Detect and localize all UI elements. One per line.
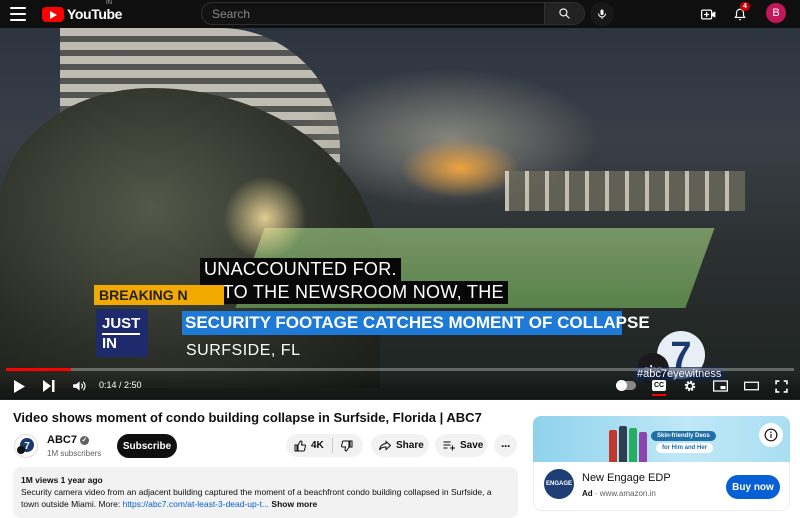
video-title: Video shows moment of condo building col… (13, 410, 482, 425)
video-player[interactable]: UNACCOUNTED FOR. INTO THE NEWSROOM NOW, … (0, 28, 800, 400)
fullscreen-icon (774, 379, 788, 393)
create-button[interactable] (698, 4, 718, 24)
captions-button[interactable]: CC (652, 380, 666, 391)
dislike-button[interactable] (333, 434, 361, 457)
ad-tagline-1: Skin-friendly Deos (651, 431, 716, 441)
voice-search-button[interactable] (590, 2, 614, 26)
breaking-news-banner: BREAKING N (94, 285, 224, 305)
play-button[interactable] (10, 378, 28, 394)
description-text-block: Security camera video from an adjacent b… (21, 486, 510, 510)
buy-now-button[interactable]: Buy now (726, 475, 780, 499)
volume-button[interactable] (70, 378, 88, 394)
next-button[interactable] (40, 378, 58, 394)
captions-active-indicator (652, 394, 666, 396)
view-count-date: 1M views 1 year ago (21, 475, 103, 485)
fullscreen-button[interactable] (772, 378, 790, 394)
info-icon (764, 428, 778, 442)
thumbs-down-icon (340, 440, 353, 452)
show-more-button[interactable]: Show more (271, 499, 317, 509)
lamp-glow (220, 173, 310, 263)
share-content: Share (371, 434, 432, 457)
miniplayer-icon (712, 380, 728, 392)
next-track-icon (43, 380, 55, 392)
player-controls: 0:14 / 2:50 CC (0, 373, 800, 399)
just-in-badge: JUST IN (96, 309, 148, 357)
account-avatar[interactable]: B (766, 3, 786, 23)
ad-domain: www.amazon.in (599, 489, 656, 498)
news-location: SURFSIDE, FL (186, 342, 301, 359)
gear-icon (684, 380, 696, 392)
fire-glow (400, 138, 520, 198)
save-button[interactable]: Save (435, 434, 487, 457)
notifications-button[interactable]: 4 (730, 2, 750, 24)
ad-tagline-2: for Him and Her (656, 443, 714, 453)
more-horizontal-icon: ··· (501, 438, 511, 453)
subscriber-count: 1M subscribers (47, 449, 102, 458)
search-input[interactable] (202, 3, 544, 24)
search-icon (559, 8, 570, 19)
ad-banner-image[interactable]: Skin-friendly Deos for Him and Her (533, 416, 790, 462)
save-content: Save (435, 434, 491, 457)
hamburger-menu-icon[interactable] (10, 7, 26, 21)
thumbs-up-icon (294, 439, 306, 451)
notification-badge: 4 (740, 2, 750, 11)
progress-played (6, 368, 71, 371)
search-button[interactable] (544, 3, 584, 24)
search-box (201, 2, 585, 25)
miniplayer-button[interactable] (711, 378, 729, 394)
theater-mode-icon (743, 381, 759, 391)
verified-icon: ✓ (79, 436, 89, 445)
theater-mode-button[interactable] (742, 378, 760, 394)
settings-button[interactable] (681, 378, 699, 394)
abc7-avatar-number: 7 (24, 441, 30, 452)
ad-meta: Ad · www.amazon.in (582, 489, 656, 498)
playlist-add-icon (443, 441, 455, 451)
like-dislike-group: 4K (286, 434, 363, 457)
youtube-logo[interactable]: YouTube (42, 6, 122, 22)
share-icon (379, 440, 391, 451)
microphone-icon (598, 9, 606, 19)
caption-line-1: UNACCOUNTED FOR. (200, 258, 401, 281)
just-in-label-1: JUST (102, 315, 141, 335)
channel-name[interactable]: ABC7 ✓ (47, 434, 89, 446)
news-headline: SECURITY FOOTAGE CATCHES MOMENT OF COLLA… (182, 311, 650, 335)
volume-icon (73, 381, 86, 391)
description-box[interactable]: 1M views 1 year ago Security camera vide… (13, 467, 518, 518)
create-video-icon (700, 9, 715, 19)
ad-title[interactable]: New Engage EDP (582, 472, 671, 484)
product-bottles (609, 422, 651, 462)
pergola (505, 171, 745, 211)
abc7-avatar-icon: 7 (17, 438, 34, 454)
more-actions-button[interactable]: ··· (494, 434, 517, 457)
autoplay-toggle[interactable] (616, 380, 636, 391)
channel-avatar[interactable]: 7 (14, 434, 38, 458)
play-icon (14, 379, 25, 393)
time-display: 0:14 / 2:50 (99, 380, 142, 390)
caption-line-2: INTO THE NEWSROOM NOW, THE (200, 281, 508, 304)
progress-bar[interactable] (6, 368, 794, 371)
ad-info-button[interactable] (759, 423, 783, 447)
like-button[interactable]: 4K (286, 434, 332, 457)
subscribe-button[interactable]: Subscribe (117, 434, 177, 458)
channel-name-text: ABC7 (47, 434, 77, 446)
share-button[interactable]: Share (371, 434, 429, 457)
just-in-label-2: IN (102, 335, 117, 352)
masthead: YouTube IN 4 B (0, 0, 800, 28)
ad-badge: Ad (582, 489, 593, 498)
description-link[interactable]: https://abc7.com/at-least-3-dead-up-t... (123, 499, 269, 509)
brand-name: YouTube (67, 6, 123, 22)
advertiser-logo[interactable]: ENGAGE (544, 469, 574, 499)
save-label: Save (460, 440, 484, 451)
country-code: IN (106, 0, 112, 6)
share-label: Share (396, 440, 424, 451)
youtube-play-icon (42, 6, 64, 22)
like-count: 4K (311, 440, 324, 451)
